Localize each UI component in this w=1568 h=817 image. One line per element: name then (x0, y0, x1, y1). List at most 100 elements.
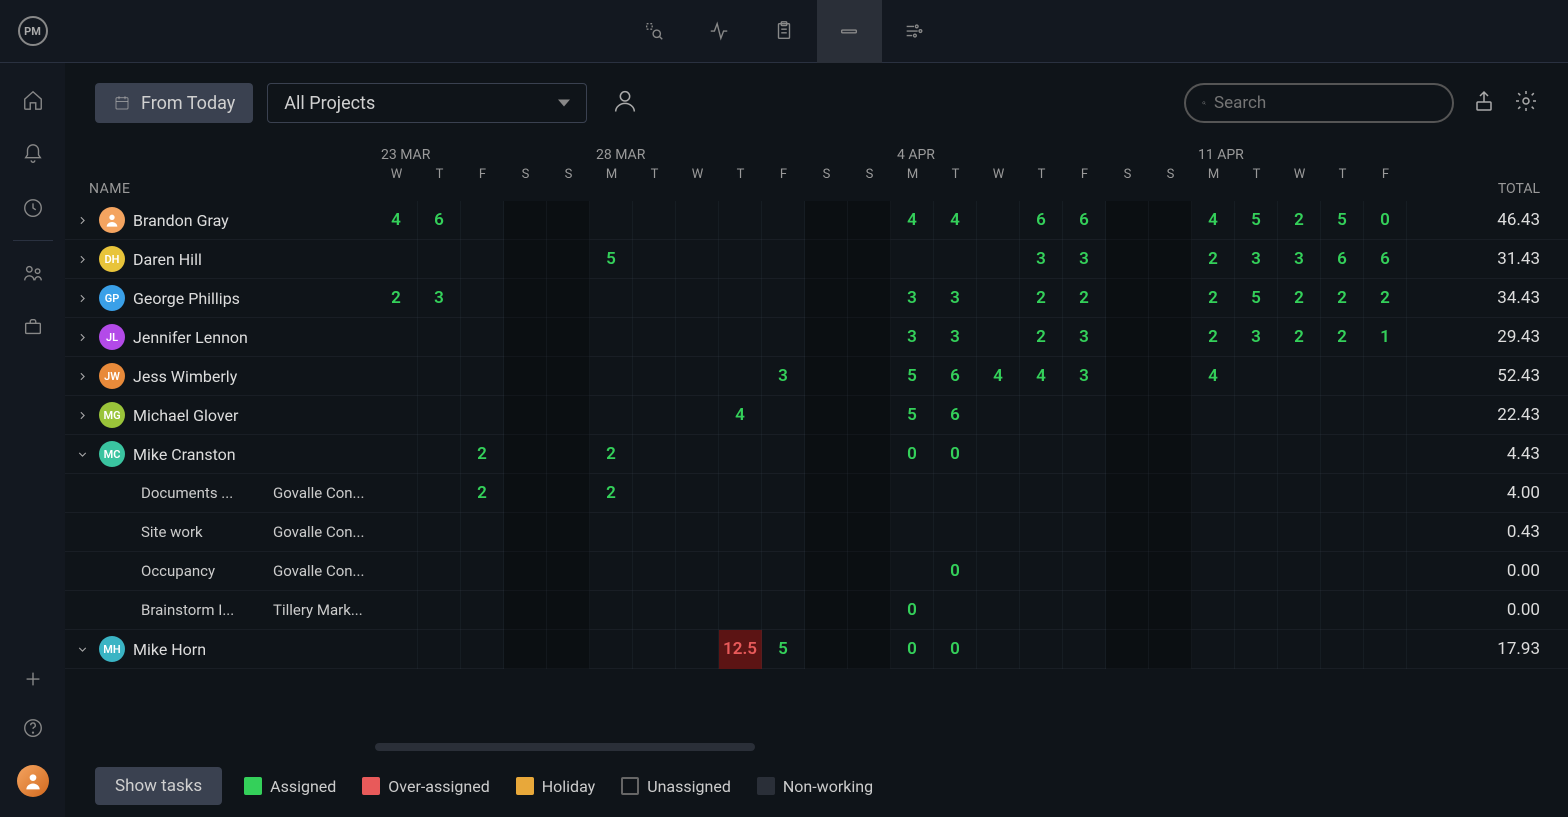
workload-cell[interactable] (590, 357, 633, 396)
workload-cell[interactable]: 4 (1192, 201, 1235, 240)
workload-cell[interactable] (1106, 201, 1149, 240)
workload-cell[interactable]: 5 (1321, 201, 1364, 240)
workload-cell[interactable] (1321, 552, 1364, 591)
workload-cell[interactable] (418, 318, 461, 357)
workload-cell[interactable] (1020, 591, 1063, 630)
workload-cell[interactable] (1020, 513, 1063, 552)
workload-cell[interactable] (676, 435, 719, 474)
workload-cell[interactable] (676, 630, 719, 669)
workload-cell[interactable] (1020, 552, 1063, 591)
workload-cell[interactable] (1321, 357, 1364, 396)
workload-cell[interactable] (590, 396, 633, 435)
workload-cell[interactable] (418, 591, 461, 630)
workload-cell[interactable] (719, 318, 762, 357)
workload-cell[interactable] (547, 396, 590, 435)
workload-cell[interactable] (805, 396, 848, 435)
home-icon[interactable] (21, 88, 45, 112)
workload-cell[interactable] (1235, 396, 1278, 435)
workload-cell[interactable] (676, 396, 719, 435)
workload-cell[interactable] (848, 240, 891, 279)
workload-cell[interactable] (1321, 630, 1364, 669)
expand-toggle[interactable] (73, 445, 91, 463)
workload-cell[interactable] (504, 552, 547, 591)
workload-cell[interactable] (1106, 435, 1149, 474)
workload-cell[interactable] (504, 591, 547, 630)
notifications-icon[interactable] (21, 142, 45, 166)
workload-cell[interactable] (418, 513, 461, 552)
workload-cell[interactable] (547, 279, 590, 318)
workload-cell[interactable]: 6 (1063, 201, 1106, 240)
workload-cell[interactable]: 2 (375, 279, 418, 318)
workload-cell[interactable]: 5 (590, 240, 633, 279)
workload-cell[interactable] (848, 318, 891, 357)
workload-cell[interactable] (461, 318, 504, 357)
workload-cell[interactable] (1235, 630, 1278, 669)
workload-cell[interactable] (805, 318, 848, 357)
workload-cell[interactable] (676, 279, 719, 318)
workload-cell[interactable] (375, 240, 418, 279)
workload-cell[interactable] (1364, 396, 1407, 435)
workload-cell[interactable] (719, 513, 762, 552)
workload-cell[interactable] (719, 201, 762, 240)
workload-cell[interactable] (1106, 513, 1149, 552)
workload-cell[interactable]: 3 (1020, 240, 1063, 279)
workload-cell[interactable] (461, 240, 504, 279)
expand-toggle[interactable] (73, 406, 91, 424)
workload-cell[interactable] (1321, 474, 1364, 513)
workload-cell[interactable]: 0 (891, 591, 934, 630)
workload-cell[interactable] (676, 201, 719, 240)
view-activity-icon[interactable] (687, 0, 752, 63)
workload-cell[interactable] (676, 513, 719, 552)
workload-cell[interactable] (1192, 591, 1235, 630)
workload-cell[interactable]: 2 (1278, 279, 1321, 318)
workload-cell[interactable] (1364, 552, 1407, 591)
workload-cell[interactable] (1364, 474, 1407, 513)
expand-toggle[interactable] (73, 640, 91, 658)
workload-cell[interactable] (1063, 591, 1106, 630)
workload-cell[interactable] (891, 240, 934, 279)
expand-toggle[interactable] (73, 289, 91, 307)
workload-cell[interactable] (1364, 513, 1407, 552)
workload-cell[interactable] (805, 630, 848, 669)
workload-cell[interactable] (375, 474, 418, 513)
workload-cell[interactable] (762, 552, 805, 591)
workload-cell[interactable] (418, 630, 461, 669)
workload-cell[interactable] (676, 357, 719, 396)
workload-cell[interactable] (1020, 630, 1063, 669)
workload-cell[interactable] (1106, 279, 1149, 318)
workload-cell[interactable]: 3 (934, 279, 977, 318)
workload-cell[interactable] (805, 279, 848, 318)
workload-cell[interactable] (805, 240, 848, 279)
workload-cell[interactable] (848, 435, 891, 474)
workload-cell[interactable]: 0 (1364, 201, 1407, 240)
workload-cell[interactable] (1106, 318, 1149, 357)
workload-cell[interactable] (633, 357, 676, 396)
workload-cell[interactable] (762, 435, 805, 474)
workload-cell[interactable] (504, 357, 547, 396)
workload-cell[interactable] (977, 318, 1020, 357)
workload-cell[interactable] (504, 474, 547, 513)
workload-cell[interactable] (590, 591, 633, 630)
workload-cell[interactable] (805, 357, 848, 396)
workload-cell[interactable]: 4 (1192, 357, 1235, 396)
workload-cell[interactable]: 4 (375, 201, 418, 240)
workload-cell[interactable] (547, 591, 590, 630)
workload-cell[interactable] (934, 474, 977, 513)
workload-cell[interactable] (504, 396, 547, 435)
workload-cell[interactable] (676, 474, 719, 513)
workload-cell[interactable] (977, 474, 1020, 513)
workload-cell[interactable] (762, 513, 805, 552)
workload-cell[interactable] (1063, 435, 1106, 474)
expand-toggle[interactable] (73, 328, 91, 346)
workload-cell[interactable]: 5 (762, 630, 805, 669)
help-icon[interactable] (21, 716, 45, 740)
workload-cell[interactable] (547, 201, 590, 240)
workload-cell[interactable] (461, 396, 504, 435)
workload-cell[interactable] (848, 513, 891, 552)
workload-cell[interactable] (934, 240, 977, 279)
export-icon[interactable] (1472, 89, 1496, 117)
view-scan-icon[interactable] (622, 0, 687, 63)
workload-cell[interactable] (1149, 630, 1192, 669)
workload-cell[interactable] (676, 318, 719, 357)
workload-cell[interactable]: 3 (1063, 357, 1106, 396)
